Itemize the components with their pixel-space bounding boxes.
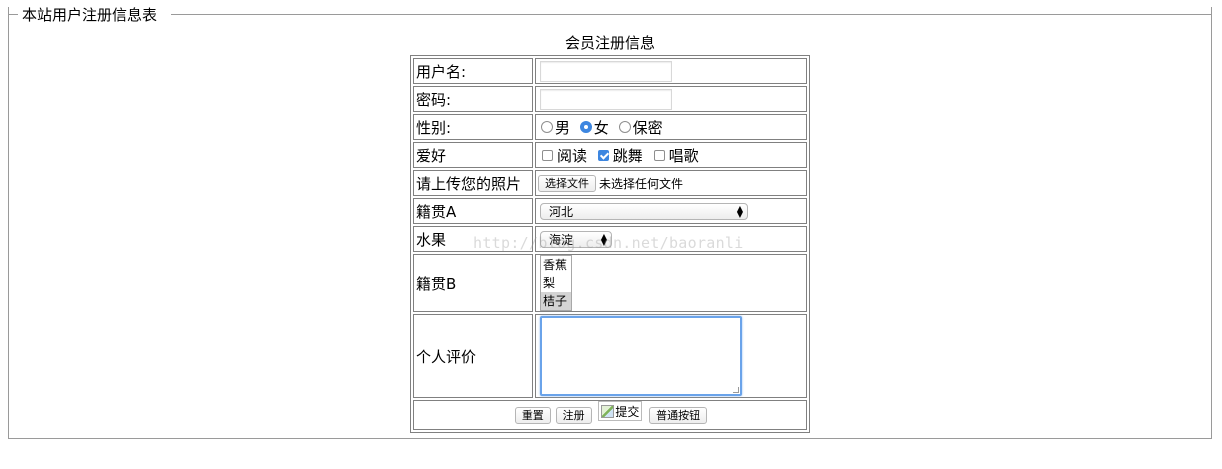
gender-cell: 男 女 保密 — [535, 114, 807, 140]
row-username: 用户名: — [413, 58, 807, 84]
password-label: 密码: — [413, 86, 533, 112]
hobby-option-dancing[interactable]: 跳舞 — [594, 145, 643, 166]
registration-table: 用户名: 密码: 性别: 男 女 保密 爱好 阅读 跳舞 唱歌 请上传您的照片 … — [410, 55, 810, 433]
hometown-b-label: 籍贯B — [413, 254, 533, 312]
row-password: 密码: — [413, 86, 807, 112]
gender-female-label: 女 — [593, 118, 609, 137]
checkbox-reading[interactable] — [542, 149, 553, 161]
image-submit-button[interactable]: 提交 — [598, 401, 643, 421]
row-hometown-b: 籍贯B 香蕉 梨 桔子 — [413, 254, 807, 312]
hobby-option-reading[interactable]: 阅读 — [538, 145, 587, 166]
register-button[interactable]: 注册 — [555, 406, 592, 424]
hometown-a-cell: 河北 ▲ ▼ — [535, 198, 807, 224]
select-arrows-icon: ▲ ▼ — [600, 231, 607, 247]
listbox-option-selected[interactable]: 桔子 — [541, 292, 571, 310]
username-label: 用户名: — [413, 58, 533, 84]
row-comment: 个人评价 — [413, 314, 807, 398]
row-hobby: 爱好 阅读 跳舞 唱歌 — [413, 142, 807, 168]
image-submit-alt: 提交 — [615, 404, 640, 419]
hometown-a-selected: 河北 — [549, 205, 574, 219]
hometown-a-select[interactable]: 河北 ▲ ▼ — [540, 203, 748, 220]
password-cell — [535, 86, 807, 112]
hometown-a-label: 籍贯A — [413, 198, 533, 224]
hometown-b-cell: 香蕉 梨 桔子 — [535, 254, 807, 312]
gender-secret-label: 保密 — [632, 118, 663, 137]
row-photo: 请上传您的照片 选择文件 未选择任何文件 — [413, 170, 807, 196]
hobby-singing-label: 唱歌 — [668, 146, 699, 165]
radio-female[interactable] — [579, 121, 592, 133]
row-hometown-a: 籍贯A 河北 ▲ ▼ — [413, 198, 807, 224]
photo-label: 请上传您的照片 — [413, 170, 533, 196]
row-actions: 重置 注册 提交 普通按钮 — [413, 400, 807, 430]
gender-option-secret[interactable]: 保密 — [616, 117, 663, 138]
radio-secret[interactable] — [618, 121, 631, 133]
username-cell — [535, 58, 807, 84]
listbox-option[interactable]: 梨 — [541, 274, 571, 292]
select-arrows-icon: ▲ ▼ — [736, 203, 743, 219]
password-input[interactable] — [540, 88, 672, 110]
plain-button[interactable]: 普通按钮 — [649, 406, 708, 424]
reset-button[interactable]: 重置 — [514, 406, 551, 424]
fruit-label: 水果 — [413, 226, 533, 252]
hobby-cell: 阅读 跳舞 唱歌 — [535, 142, 807, 168]
hobby-label: 爱好 — [413, 142, 533, 168]
gender-male-label: 男 — [555, 118, 571, 137]
file-status-text: 未选择任何文件 — [599, 177, 684, 191]
form-caption: 会员注册信息 — [564, 34, 655, 52]
gender-label: 性别: — [413, 114, 533, 140]
hometown-b-listbox[interactable]: 香蕉 梨 桔子 — [540, 255, 572, 311]
hobby-reading-label: 阅读 — [557, 146, 588, 165]
fruit-selected: 海淀 — [549, 233, 574, 247]
comment-label: 个人评价 — [413, 314, 533, 398]
comment-textarea[interactable] — [540, 316, 742, 396]
checkbox-dancing[interactable] — [597, 149, 609, 161]
radio-male[interactable] — [541, 121, 553, 133]
checkbox-singing[interactable] — [653, 149, 665, 161]
row-fruit: 水果 海淀 ▲ ▼ — [413, 226, 807, 252]
gender-option-female[interactable]: 女 — [577, 117, 609, 138]
username-input[interactable] — [540, 60, 672, 82]
hobby-dancing-label: 跳舞 — [612, 146, 643, 165]
fruit-select[interactable]: 海淀 ▲ ▼ — [540, 231, 612, 248]
listbox-option[interactable]: 香蕉 — [541, 256, 571, 274]
broken-image-icon — [601, 404, 615, 418]
row-gender: 性别: 男 女 保密 — [413, 114, 807, 140]
choose-file-button[interactable]: 选择文件 — [538, 175, 596, 192]
fruit-cell: 海淀 ▲ ▼ — [535, 226, 807, 252]
photo-cell: 选择文件 未选择任何文件 — [535, 170, 807, 196]
gender-option-male[interactable]: 男 — [538, 117, 570, 138]
hobby-option-singing[interactable]: 唱歌 — [650, 145, 699, 166]
comment-cell — [535, 314, 807, 398]
actions-cell: 重置 注册 提交 普通按钮 — [413, 400, 807, 430]
